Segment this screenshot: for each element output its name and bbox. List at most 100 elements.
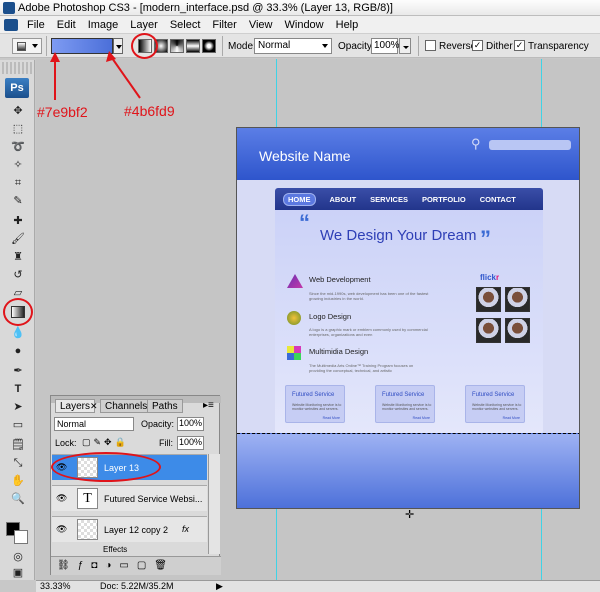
content-box: HOME ABOUT SERVICES PORTFOLIO CONTACT “ … (275, 188, 543, 434)
add-style-icon[interactable]: ƒ (78, 560, 92, 571)
logo-design-icon (287, 311, 301, 325)
gradient-picker[interactable] (51, 38, 113, 54)
layer-name: Layer 12 copy 2 (104, 525, 169, 535)
reverse-checkbox[interactable] (425, 40, 436, 51)
blend-mode-value: Normal (57, 419, 87, 429)
ps-badge: Ps (5, 78, 29, 98)
angle-gradient-button[interactable] (170, 39, 184, 53)
document-canvas[interactable]: Website Name ⚲ HOME ABOUT SERVICES PORTF… (236, 127, 580, 509)
add-mask-icon[interactable]: ◘ (91, 560, 105, 571)
opacity-input[interactable]: 100% (371, 38, 400, 54)
transparency-checkbox[interactable]: ✓ (514, 40, 525, 51)
site-name: Website Name (259, 148, 351, 164)
close-tab-icon[interactable]: ✕ (90, 401, 98, 412)
new-group-icon[interactable]: ▭ (119, 560, 136, 571)
zoom-level[interactable]: 33.33% (40, 581, 71, 592)
text-layer-icon: T (77, 488, 98, 509)
status-menu-icon[interactable]: ▶ (216, 581, 223, 592)
status-bar: 33.33% Doc: 5.22M/35.2M ▶ (36, 580, 600, 592)
effects-fx-icon[interactable]: fx (182, 524, 189, 534)
search-field (489, 140, 571, 150)
magic-wand-tool-icon[interactable]: ✧ (10, 158, 26, 172)
type-tool-icon[interactable]: T (10, 382, 26, 396)
eye-icon[interactable]: 👁 (56, 493, 67, 504)
hand-tool-icon[interactable]: ✋ (10, 474, 26, 488)
move-tool-icon[interactable]: ✥ (10, 104, 26, 118)
flickr-prefix: flick (480, 273, 497, 282)
futured-service-card: Futured Service Website Monitoring servi… (375, 385, 435, 423)
slice-tool-icon[interactable]: ✎ (10, 194, 26, 208)
adjustment-layer-icon[interactable]: ◑ (105, 560, 119, 571)
screen-mode-icon[interactable]: ▣ (10, 566, 26, 580)
service-desc: A logo is a graphic mark or emblem commo… (309, 327, 428, 337)
quick-mask-icon[interactable]: ◎ (10, 550, 26, 564)
delete-layer-icon[interactable]: 🗑 (154, 560, 175, 571)
menu-window[interactable]: Window (279, 19, 330, 31)
service-title: Web Development (309, 275, 371, 284)
menu-bar: File Edit Image Layer Select Filter View… (0, 16, 600, 34)
lasso-tool-icon[interactable]: ➰ (10, 140, 26, 154)
tool-preset-picker[interactable] (12, 38, 42, 54)
web-development-icon (287, 274, 303, 288)
eye-icon[interactable]: 👁 (56, 524, 67, 535)
opacity-slider-button[interactable] (399, 38, 411, 54)
gradient-selection[interactable] (237, 433, 579, 508)
divider (222, 36, 223, 56)
menu-layer[interactable]: Layer (124, 19, 164, 31)
history-brush-tool-icon[interactable]: ↺ (10, 268, 26, 282)
link-layers-icon[interactable]: ⛓ (57, 560, 78, 571)
menu-select[interactable]: Select (164, 19, 207, 31)
background-color-swatch[interactable] (14, 530, 28, 544)
blend-mode-select[interactable]: Normal (54, 417, 134, 431)
photoshop-app-icon (3, 2, 15, 14)
dither-checkbox[interactable]: ✓ (472, 40, 483, 51)
dodge-tool-icon[interactable]: ● (10, 344, 26, 358)
fill-input[interactable]: 100% (177, 436, 204, 450)
nav-contact: CONTACT (479, 194, 516, 204)
layer-row[interactable]: 👁 Layer 12 copy 2 fx (52, 516, 207, 542)
crosshair-cursor-icon: ✛ (405, 509, 415, 521)
card-desc: Website Monitoring service is to monitor… (472, 403, 522, 411)
new-layer-icon[interactable]: ▢ (137, 560, 154, 571)
blur-tool-icon[interactable]: 💧 (10, 326, 26, 340)
pen-tool-icon[interactable]: ✒ (10, 364, 26, 378)
tab-layers[interactable]: Layers (55, 399, 96, 413)
toolbox-grip[interactable] (2, 62, 33, 74)
diamond-gradient-button[interactable] (202, 39, 216, 53)
layers-scrollbar[interactable] (208, 454, 220, 554)
lock-icons[interactable]: ▢✎✥🔒 (82, 437, 129, 448)
flickr-photo (476, 287, 501, 312)
reflected-gradient-button[interactable] (186, 39, 200, 53)
crop-tool-icon[interactable]: ⌗ (10, 176, 26, 190)
layer-opacity-input[interactable]: 100% (177, 417, 204, 431)
menu-image[interactable]: Image (82, 19, 125, 31)
menu-file[interactable]: File (21, 19, 51, 31)
menu-edit[interactable]: Edit (51, 19, 82, 31)
menu-filter[interactable]: Filter (206, 19, 242, 31)
healing-brush-tool-icon[interactable]: ✚ (10, 214, 26, 228)
fill-label: Fill: (159, 438, 173, 448)
notes-tool-icon[interactable]: 🗒 (10, 438, 26, 452)
menu-view[interactable]: View (243, 19, 279, 31)
layer-row[interactable]: 👁 T Futured Service Websi... (52, 485, 207, 511)
opacity-value: 100% (374, 40, 400, 51)
layer-name: Futured Service Websi... (104, 494, 203, 504)
brush-tool-icon[interactable]: 🖌 (10, 232, 26, 246)
card-desc: Website Monitoring service is to monitor… (382, 403, 432, 411)
zoom-tool-icon[interactable]: 🔍 (10, 492, 26, 506)
shape-tool-icon[interactable]: ▭ (10, 418, 26, 432)
service-desc: The Multimedia Arts Online™ Training Pro… (309, 363, 414, 373)
marquee-tool-icon[interactable]: ⬚ (10, 122, 26, 136)
menu-help[interactable]: Help (330, 19, 365, 31)
tab-channels[interactable]: Channels (100, 399, 153, 413)
gradient-dropdown-button[interactable] (113, 38, 123, 54)
clone-stamp-tool-icon[interactable]: ♜ (10, 250, 26, 264)
tab-paths[interactable]: Paths (147, 399, 183, 413)
eyedropper-tool-icon[interactable]: ⤡ (10, 456, 26, 470)
mode-select[interactable]: Normal (254, 38, 332, 54)
service-web-development: Web Development Since the mid-1990s, web… (287, 274, 437, 304)
ps-menu-icon[interactable] (4, 18, 18, 31)
futured-service-card: Futured Service Website Monitoring servi… (465, 385, 525, 423)
panel-menu-icon[interactable]: ▸≡ (203, 400, 214, 411)
path-selection-tool-icon[interactable]: ➤ (10, 400, 26, 414)
